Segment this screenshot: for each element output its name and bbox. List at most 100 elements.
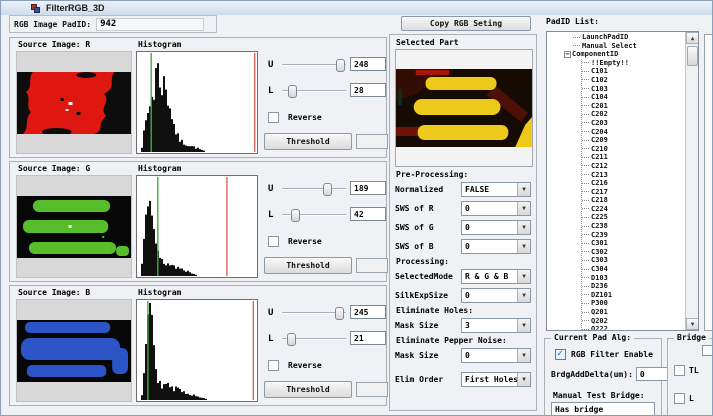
- l-value-field[interactable]: 28: [350, 83, 386, 97]
- l-slider[interactable]: [282, 84, 346, 98]
- tree-item[interactable]: C239: [582, 231, 685, 240]
- tree-item-componentid[interactable]: −ComponentID: [547, 50, 685, 59]
- chevron-down-icon[interactable]: ▼: [517, 183, 530, 196]
- elim-order-dropdown[interactable]: First Holes,▼: [461, 372, 531, 387]
- tree-item[interactable]: C102: [582, 76, 685, 85]
- chevron-down-icon[interactable]: ▼: [517, 373, 530, 386]
- u-value-field[interactable]: 245: [350, 305, 386, 319]
- tree-item[interactable]: C210: [582, 145, 685, 154]
- param-dropdown[interactable]: FALSE▼: [461, 182, 531, 197]
- l-slider[interactable]: [282, 208, 346, 222]
- scroll-up-icon[interactable]: ▲: [686, 32, 699, 44]
- reverse-checkbox[interactable]: [268, 236, 279, 247]
- tree-item[interactable]: Q202: [582, 317, 685, 326]
- tree-item[interactable]: C217: [582, 188, 685, 197]
- threshold-button[interactable]: Threshold: [264, 381, 352, 398]
- tree-scrollbar[interactable]: ▲ ▼: [685, 32, 698, 330]
- tree-item[interactable]: C216: [582, 179, 685, 188]
- u-slider[interactable]: [282, 58, 346, 72]
- threshold-button[interactable]: Threshold: [264, 257, 352, 274]
- param-dropdown[interactable]: 0▼: [461, 288, 531, 303]
- chevron-down-icon[interactable]: ▼: [517, 202, 530, 215]
- threshold-button[interactable]: Threshold: [264, 133, 352, 150]
- current-pad-alg-panel: Current Pad Alg: RGB Filter Enable BrdgA…: [544, 338, 662, 416]
- tree-item[interactable]: C101: [582, 67, 685, 76]
- title-bar[interactable]: FilterRGB_3D: [1, 1, 712, 15]
- param-dropdown[interactable]: 0▼: [461, 201, 531, 216]
- chevron-down-icon[interactable]: ▼: [517, 289, 530, 302]
- tree-item[interactable]: C202: [582, 110, 685, 119]
- channel-panel-g: Source Image: G Histogram U 189 L 42 Rev…: [9, 161, 387, 282]
- threshold-field[interactable]: [356, 382, 388, 397]
- tree-item[interactable]: !!Empty!!: [582, 59, 685, 68]
- reverse-checkbox[interactable]: [268, 360, 279, 371]
- scroll-down-icon[interactable]: ▼: [686, 318, 699, 330]
- slider-thumb[interactable]: [335, 307, 344, 320]
- rgb-filter-enable-checkbox[interactable]: [555, 349, 566, 360]
- tree-item-launchpadid[interactable]: LaunchPadID: [547, 33, 685, 42]
- tl-checkbox[interactable]: [674, 365, 685, 376]
- u-value-field[interactable]: 189: [350, 181, 386, 195]
- scrollbar-thumb[interactable]: [687, 46, 698, 66]
- tree-item[interactable]: C225: [582, 213, 685, 222]
- tree-item[interactable]: C301: [582, 239, 685, 248]
- tree-item-manual-select[interactable]: Manual Select: [547, 42, 685, 51]
- param-row: Normalized FALSE▼: [395, 181, 531, 197]
- slider-thumb[interactable]: [323, 183, 332, 196]
- histogram-r: [136, 51, 258, 154]
- slider-thumb[interactable]: [287, 333, 296, 346]
- pad-id-panel: RGB Image PadID: 942: [9, 15, 217, 33]
- param-dropdown[interactable]: 0▼: [461, 220, 531, 235]
- l-checkbox[interactable]: [674, 393, 685, 404]
- tree-item[interactable]: C201: [582, 102, 685, 111]
- tree-item[interactable]: DZ101: [582, 291, 685, 300]
- tree-item[interactable]: C104: [582, 93, 685, 102]
- threshold-field[interactable]: [356, 258, 388, 273]
- mask-size-dropdown[interactable]: 0▼: [461, 348, 531, 363]
- copy-rgb-setting-button[interactable]: Copy RGB Seting: [401, 16, 531, 31]
- param-dropdown[interactable]: 0▼: [461, 239, 531, 254]
- chevron-down-icon[interactable]: ▼: [517, 319, 530, 332]
- tree-item[interactable]: C224: [582, 205, 685, 214]
- chevron-down-icon[interactable]: ▼: [517, 221, 530, 234]
- tree-item[interactable]: C103: [582, 85, 685, 94]
- u-slider[interactable]: [282, 182, 346, 196]
- tree-item[interactable]: C212: [582, 162, 685, 171]
- tree-item[interactable]: C204: [582, 128, 685, 137]
- tree-item[interactable]: C209: [582, 136, 685, 145]
- tree-item[interactable]: Q201: [582, 308, 685, 317]
- param-dropdown[interactable]: R & G & B▼: [461, 269, 531, 284]
- l-value-field[interactable]: 42: [350, 207, 386, 221]
- tree-item[interactable]: P300: [582, 299, 685, 308]
- chevron-down-icon[interactable]: ▼: [517, 349, 530, 362]
- tree-item[interactable]: C218: [582, 196, 685, 205]
- tree-item[interactable]: D103: [582, 274, 685, 283]
- slider-thumb[interactable]: [336, 59, 345, 72]
- param-row: SilkExpSize 0▼: [395, 287, 531, 303]
- chevron-down-icon[interactable]: ▼: [517, 270, 530, 283]
- l-slider[interactable]: [282, 332, 346, 346]
- slider-thumb[interactable]: [291, 209, 300, 222]
- padid-tree[interactable]: LaunchPadID Manual Select −ComponentID !…: [546, 31, 699, 331]
- u-slider[interactable]: [282, 306, 346, 320]
- chevron-down-icon[interactable]: ▼: [517, 240, 530, 253]
- tree-item[interactable]: C203: [582, 119, 685, 128]
- tree-item[interactable]: C213: [582, 171, 685, 180]
- tree-item[interactable]: C211: [582, 153, 685, 162]
- manual-test-bridge-input[interactable]: Has bridge: [551, 402, 655, 416]
- collapse-icon[interactable]: −: [564, 51, 571, 58]
- mask-size-dropdown[interactable]: 3▼: [461, 318, 531, 333]
- tree-item[interactable]: C302: [582, 248, 685, 257]
- slider-thumb[interactable]: [288, 85, 297, 98]
- tree-item[interactable]: Q222: [582, 325, 685, 331]
- window-scroll-strip[interactable]: [704, 34, 713, 331]
- reverse-checkbox[interactable]: [268, 112, 279, 123]
- tree-item[interactable]: C238: [582, 222, 685, 231]
- bridge-checkbox[interactable]: [702, 345, 713, 356]
- tree-item[interactable]: C304: [582, 265, 685, 274]
- tree-item[interactable]: D236: [582, 282, 685, 291]
- l-value-field[interactable]: 21: [350, 331, 386, 345]
- threshold-field[interactable]: [356, 134, 388, 149]
- u-value-field[interactable]: 248: [350, 57, 386, 71]
- tree-item[interactable]: C303: [582, 256, 685, 265]
